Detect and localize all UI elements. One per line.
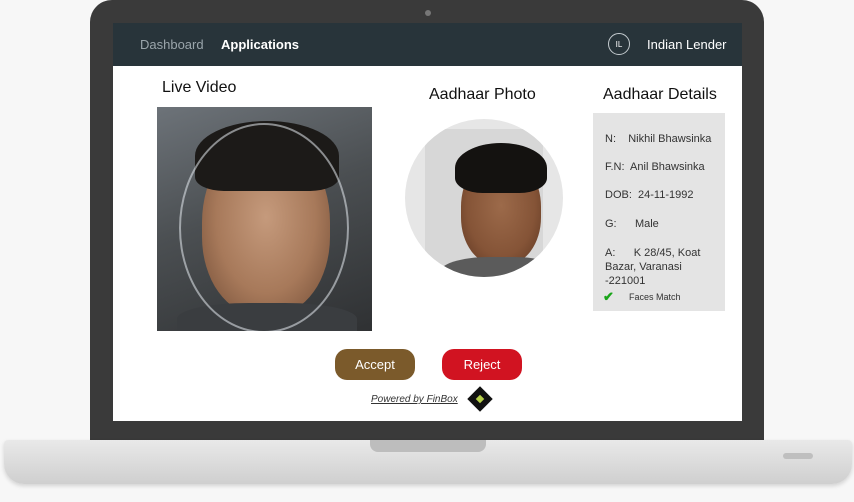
aadhaar-photo-title: Aadhaar Photo xyxy=(429,86,536,103)
laptop-notch xyxy=(370,440,486,452)
aadhaar-photo xyxy=(405,119,563,277)
faces-match-label: Faces Match xyxy=(629,292,681,302)
nav-applications[interactable]: Applications xyxy=(221,37,299,52)
detail-address-line3: -221001 xyxy=(605,275,646,287)
detail-gender: G: Male xyxy=(605,218,659,230)
detail-father-name: F.N: Anil Bhawsinka xyxy=(605,161,705,173)
aadhaar-details-card: N: Nikhil Bhawsinka F.N: Anil Bhawsinka … xyxy=(593,113,725,311)
top-nav: Dashboard Applications IL Indian Lender xyxy=(113,23,742,66)
detail-dob: DOB: 24-11-1992 xyxy=(605,189,694,201)
powered-by-link[interactable]: Powered by FinBox xyxy=(371,394,458,405)
live-video-feed xyxy=(157,107,372,331)
detail-name: N: Nikhil Bhawsinka xyxy=(605,133,712,145)
laptop-indicator xyxy=(783,453,813,459)
camera-icon xyxy=(425,10,431,16)
nav-dashboard[interactable]: Dashboard xyxy=(140,37,204,52)
photo-hair xyxy=(455,143,547,193)
photo-shirt xyxy=(439,257,563,277)
live-video-title: Live Video xyxy=(162,79,237,96)
detail-address-line1: A: K 28/45, Koat xyxy=(605,247,701,259)
photo-backdrop xyxy=(425,129,563,277)
user-name[interactable]: Indian Lender xyxy=(647,37,727,52)
avatar[interactable]: IL xyxy=(608,33,630,55)
check-icon: ✔ xyxy=(603,289,614,304)
face-guide-oval xyxy=(179,123,349,331)
reject-button[interactable]: Reject xyxy=(442,349,522,380)
detail-address-line2: Bazar, Varanasi xyxy=(605,261,682,273)
app-screen: Dashboard Applications IL Indian Lender … xyxy=(113,23,742,421)
accept-button[interactable]: Accept xyxy=(335,349,415,380)
aadhaar-details-title: Aadhaar Details xyxy=(603,86,717,103)
